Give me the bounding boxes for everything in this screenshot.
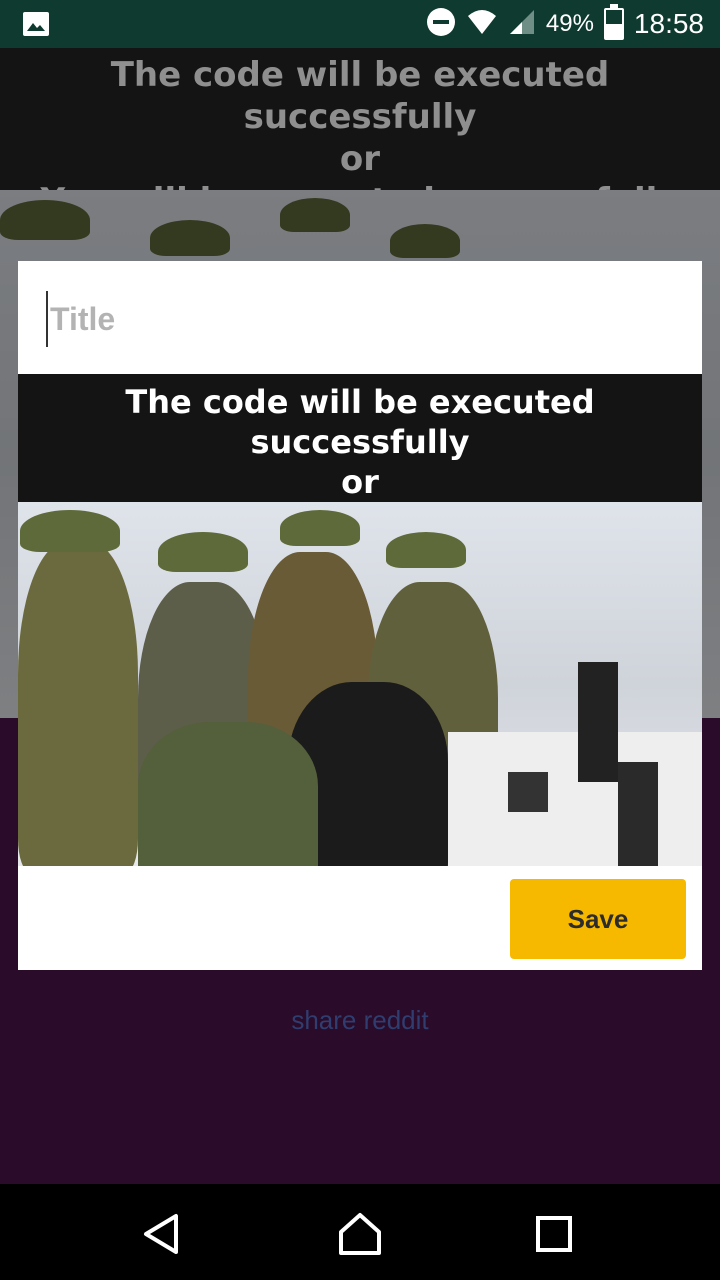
title-input[interactable]	[46, 291, 652, 347]
status-bar: 49% 18:58	[0, 0, 720, 48]
battery-percent: 49%	[545, 10, 594, 37]
save-meme-dialog: The code will be executed successfully o…	[18, 261, 702, 970]
meme-photo	[18, 502, 702, 866]
background-meme-caption: The code will be executed successfully o…	[0, 48, 720, 221]
meme-caption: The code will be executed successfully o…	[18, 374, 702, 541]
wifi-icon	[466, 8, 498, 41]
home-icon[interactable]	[338, 1212, 382, 1256]
caption-line: or	[339, 139, 381, 179]
clock: 18:58	[633, 8, 704, 39]
caption-line: or	[341, 463, 379, 501]
meme-preview-image: The code will be executed successfully o…	[18, 374, 702, 866]
caption-line: The code will be executed successfully	[125, 383, 595, 461]
do-not-disturb-icon	[426, 7, 456, 42]
recents-icon[interactable]	[532, 1212, 576, 1256]
share-reddit-link[interactable]: share reddit	[0, 1005, 720, 1036]
image-notification-icon	[22, 11, 50, 37]
cell-signal-icon	[508, 8, 536, 41]
save-button[interactable]: Save	[510, 879, 686, 959]
battery-icon	[603, 4, 624, 40]
back-icon[interactable]	[140, 1212, 184, 1256]
navigation-bar	[0, 1184, 720, 1280]
caption-line: The code will be executed successfully	[110, 55, 610, 137]
